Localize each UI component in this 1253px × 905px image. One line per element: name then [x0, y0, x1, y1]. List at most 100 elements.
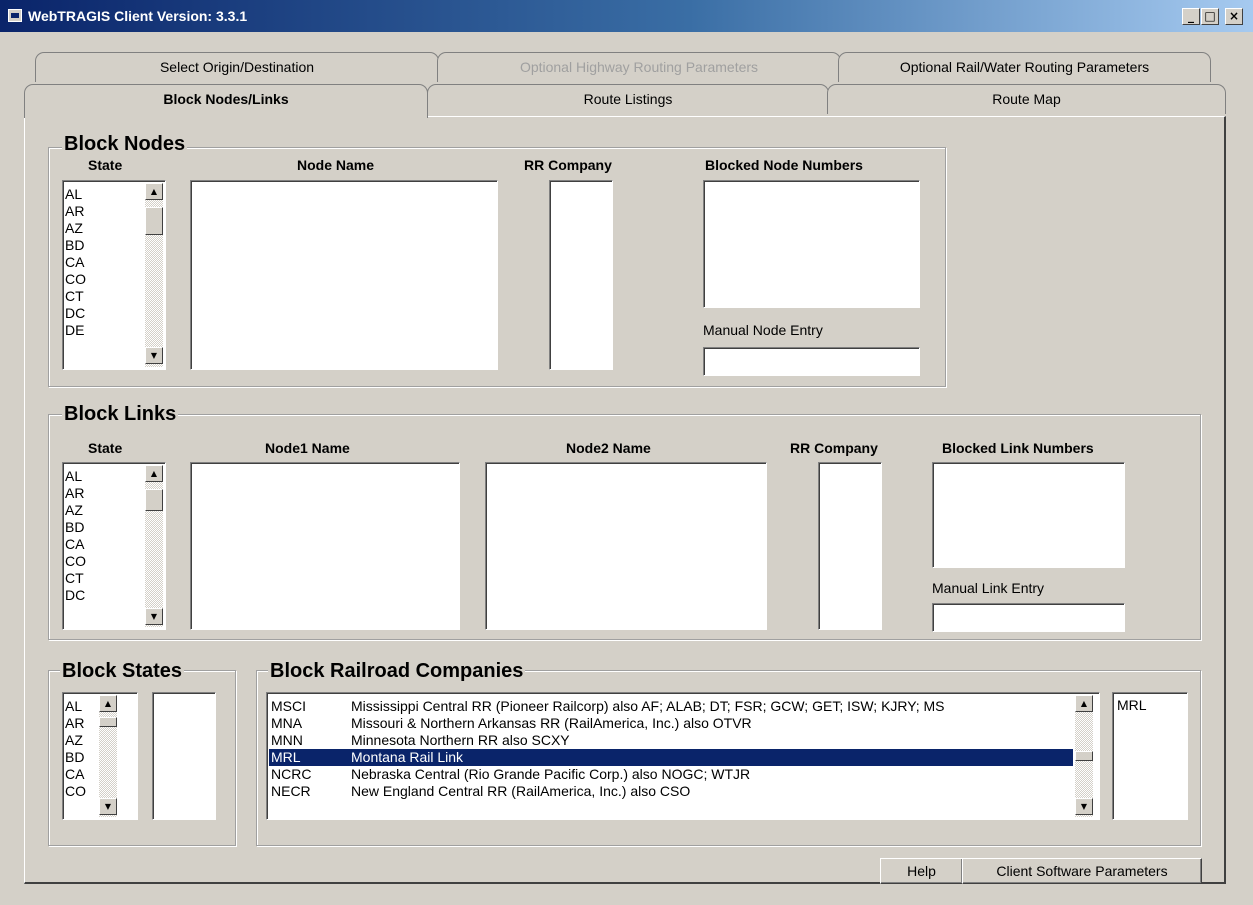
table-row[interactable]: MSCI Mississippi Central RR (Pioneer Rai…: [269, 698, 1073, 715]
node2-name-list[interactable]: [485, 462, 767, 630]
list-item[interactable]: CT: [65, 288, 84, 305]
list-item[interactable]: CO: [65, 553, 86, 570]
list-item[interactable]: AZ: [65, 732, 83, 749]
railroad-company-list[interactable]: MSCI Mississippi Central RR (Pioneer Rai…: [266, 692, 1100, 820]
railroad-name: Mississippi Central RR (Pioneer Railcorp…: [351, 698, 945, 714]
manual-link-entry-input[interactable]: [932, 603, 1125, 632]
list-item[interactable]: AZ: [65, 220, 83, 237]
scroll-thumb[interactable]: [99, 717, 117, 727]
blocked-states-list[interactable]: [152, 692, 216, 820]
node2-name-label: Node2 Name: [566, 440, 651, 456]
scrollbar[interactable]: ▲ ▼: [99, 695, 117, 817]
tab-route-map[interactable]: Route Map: [827, 84, 1226, 114]
list-item[interactable]: DC: [65, 587, 85, 604]
node-name-label: Node Name: [297, 157, 375, 173]
railroad-code: MSCI: [271, 698, 306, 714]
scrollbar[interactable]: ▲ ▼: [145, 465, 163, 627]
node1-name-label: Node1 Name: [265, 440, 350, 456]
list-item[interactable]: AR: [65, 203, 84, 220]
list-item[interactable]: AR: [65, 485, 84, 502]
blocked-link-numbers-label: Blocked Link Numbers: [942, 440, 1094, 456]
node-name-list[interactable]: [190, 180, 498, 370]
list-item[interactable]: CO: [65, 271, 86, 288]
tab-optional-highway-routing[interactable]: Optional Highway Routing Parameters: [437, 52, 841, 82]
scroll-up-icon[interactable]: ▲: [1075, 695, 1093, 712]
node1-name-list[interactable]: [190, 462, 460, 630]
list-item[interactable]: AZ: [65, 502, 83, 519]
block-links-state-list[interactable]: AL AR AZ BD CA CO CT DC ▲ ▼: [62, 462, 166, 630]
block-states-list[interactable]: AL AR AZ BD CA CO ▲ ▼: [62, 692, 138, 820]
blocked-node-numbers-list[interactable]: [703, 180, 920, 308]
app-icon: [8, 9, 22, 22]
list-item[interactable]: CA: [65, 536, 84, 553]
scroll-down-icon[interactable]: ▼: [1075, 798, 1093, 815]
scroll-thumb[interactable]: [145, 489, 163, 511]
block-links-title: Block Links: [62, 402, 179, 426]
close-button[interactable]: ×: [1225, 8, 1243, 25]
block-links-state-label: State: [88, 440, 123, 456]
list-item[interactable]: AL: [65, 186, 82, 203]
help-button[interactable]: Help: [880, 858, 963, 884]
scroll-thumb[interactable]: [145, 207, 163, 235]
tab-block-nodes-links[interactable]: Block Nodes/Links: [24, 84, 428, 118]
scroll-down-icon[interactable]: ▼: [145, 347, 163, 364]
block-links-rr-company-list[interactable]: [818, 462, 882, 630]
tab-select-origin-destination[interactable]: Select Origin/Destination: [35, 52, 439, 82]
railroad-code: NCRC: [271, 766, 312, 782]
list-item[interactable]: MRL: [1117, 697, 1147, 714]
list-item[interactable]: CO: [65, 783, 86, 800]
tab-route-listings[interactable]: Route Listings: [427, 84, 829, 114]
block-states-title: Block States: [60, 659, 185, 683]
table-row[interactable]: MNN Minnesota Northern RR also SCXY: [269, 732, 1073, 749]
list-item[interactable]: AL: [65, 468, 82, 485]
blocked-node-numbers-label: Blocked Node Numbers: [705, 157, 863, 173]
client-software-parameters-button[interactable]: Client Software Parameters: [962, 858, 1202, 884]
list-item[interactable]: DC: [65, 305, 85, 322]
table-row-selected[interactable]: MRL Montana Rail Link: [269, 749, 1073, 766]
block-links-rr-company-label: RR Company: [790, 440, 878, 456]
scroll-down-icon[interactable]: ▼: [99, 798, 117, 815]
list-item[interactable]: AL: [65, 698, 82, 715]
railroad-code: MNA: [271, 715, 303, 731]
tab-optional-rail-water-routing[interactable]: Optional Rail/Water Routing Parameters: [838, 52, 1211, 82]
block-nodes-state-label: State: [88, 157, 123, 173]
list-item[interactable]: AR: [65, 715, 84, 732]
railroad-code: NECR: [271, 783, 311, 799]
list-item[interactable]: BD: [65, 237, 84, 254]
block-nodes-state-list[interactable]: AL AR AZ BD CA CO CT DC DE ▲ ▼: [62, 180, 166, 370]
railroad-name: Nebraska Central (Rio Grande Pacific Cor…: [351, 766, 751, 782]
scroll-up-icon[interactable]: ▲: [145, 183, 163, 200]
list-item[interactable]: CT: [65, 570, 84, 587]
scroll-down-icon[interactable]: ▼: [145, 608, 163, 625]
railroad-name: Minnesota Northern RR also SCXY: [351, 732, 570, 748]
scroll-thumb[interactable]: [1075, 751, 1093, 761]
minimize-button[interactable]: _: [1182, 8, 1200, 25]
railroad-code: MRL: [271, 749, 301, 765]
list-item[interactable]: CA: [65, 766, 84, 783]
scroll-up-icon[interactable]: ▲: [99, 695, 117, 712]
manual-node-entry-input[interactable]: [703, 347, 920, 376]
railroad-code: MNN: [271, 732, 303, 748]
block-railroads-title: Block Railroad Companies: [268, 659, 526, 683]
railroad-name: Montana Rail Link: [351, 749, 464, 765]
list-item[interactable]: BD: [65, 519, 84, 536]
list-item[interactable]: CA: [65, 254, 84, 271]
scrollbar[interactable]: ▲ ▼: [1075, 695, 1093, 817]
list-item[interactable]: DE: [65, 322, 84, 339]
table-row[interactable]: MNA Missouri & Northern Arkansas RR (Rai…: [269, 715, 1073, 732]
maximize-button[interactable]: □: [1201, 8, 1219, 25]
manual-node-entry-label: Manual Node Entry: [703, 322, 823, 338]
block-nodes-title: Block Nodes: [62, 132, 188, 156]
block-nodes-rr-company-list[interactable]: [549, 180, 613, 370]
scrollbar[interactable]: ▲ ▼: [145, 183, 163, 367]
table-row[interactable]: NECR New England Central RR (RailAmerica…: [269, 783, 1073, 800]
blocked-link-numbers-list[interactable]: [932, 462, 1125, 568]
table-row[interactable]: NCRC Nebraska Central (Rio Grande Pacifi…: [269, 766, 1073, 783]
blocked-railroads-list[interactable]: MRL: [1112, 692, 1188, 820]
window-title: WebTRAGIS Client Version: 3.3.1: [28, 8, 248, 24]
scroll-up-icon[interactable]: ▲: [145, 465, 163, 482]
block-nodes-rr-company-label: RR Company: [524, 157, 612, 173]
manual-link-entry-label: Manual Link Entry: [932, 580, 1045, 596]
list-item[interactable]: BD: [65, 749, 84, 766]
railroad-name: New England Central RR (RailAmerica, Inc…: [351, 783, 691, 799]
